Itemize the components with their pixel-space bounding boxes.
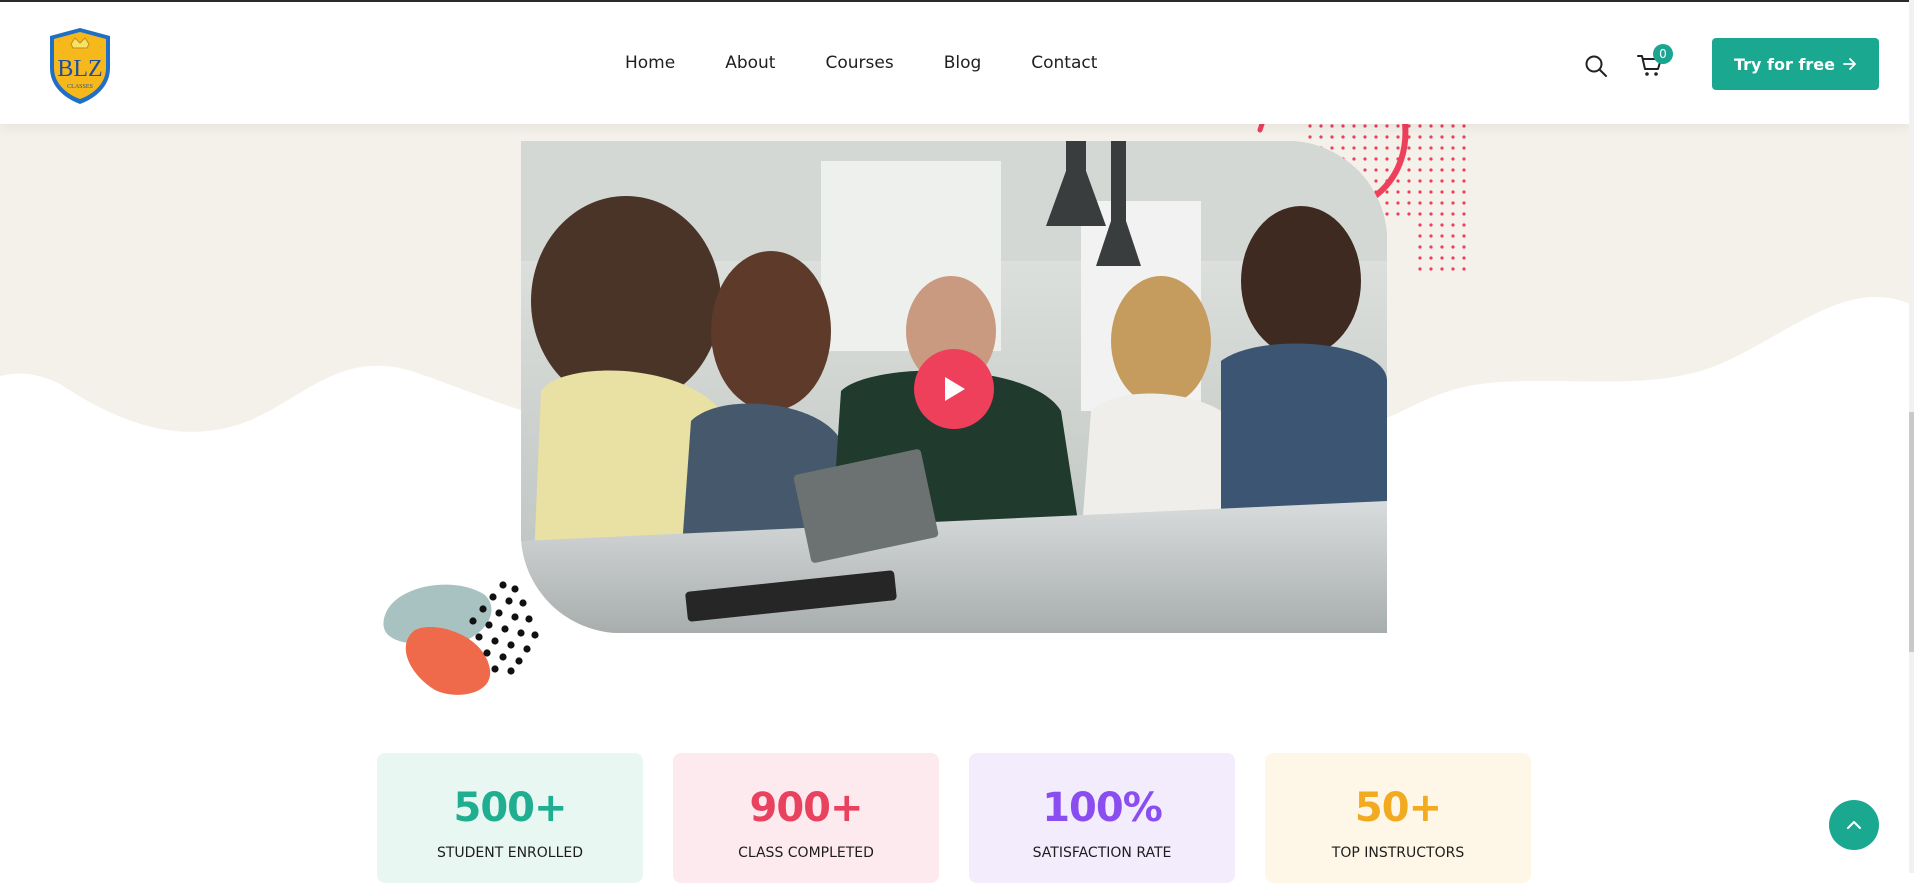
stat-label: STUDENT ENROLLED: [436, 845, 584, 861]
nav-home[interactable]: Home: [625, 53, 675, 73]
brand-logo[interactable]: BLZ CLASSES: [44, 24, 116, 106]
nav-about[interactable]: About: [725, 53, 775, 73]
stat-card-students: 500+ STUDENT ENROLLED: [377, 753, 643, 883]
stat-label: SATISFACTION RATE: [1032, 845, 1172, 861]
try-for-free-button[interactable]: Try for free: [1712, 38, 1879, 90]
chevron-up-icon: [1847, 821, 1861, 829]
back-to-top-button[interactable]: [1829, 800, 1879, 850]
try-for-free-label: Try for free: [1733, 54, 1835, 74]
main-nav: Home About Courses Blog Contact: [625, 53, 1147, 73]
stat-label: CLASS COMPLETED: [738, 845, 874, 861]
logo-text: BLZ: [57, 56, 102, 82]
nav-contact[interactable]: Contact: [1031, 53, 1097, 73]
nav-courses[interactable]: Courses: [825, 53, 893, 73]
stat-label: TOP INSTRUCTORS: [1331, 845, 1465, 861]
blob-decoration: [383, 581, 539, 695]
stat-card-instructors: 50+ TOP INSTRUCTORS: [1265, 753, 1531, 883]
scrollbar-thumb[interactable]: [1909, 412, 1914, 652]
site-header: BLZ CLASSES Home About Courses Blog Cont…: [0, 2, 1909, 124]
arrow-right-icon: [1843, 58, 1856, 70]
logo-subtext: CLASSES: [67, 84, 93, 90]
stat-value: 100%: [1042, 785, 1163, 831]
stat-card-classes: 900+ CLASS COMPLETED: [673, 753, 939, 883]
play-button[interactable]: [914, 349, 994, 429]
search-icon[interactable]: [1584, 54, 1608, 78]
stat-value: 500+: [453, 785, 567, 831]
stat-card-satisfaction: 100% SATISFACTION RATE: [969, 753, 1235, 883]
play-icon: [945, 377, 965, 401]
stat-value: 50+: [1354, 785, 1442, 831]
cart-count-badge: 0: [1653, 44, 1673, 64]
nav-blog[interactable]: Blog: [944, 53, 982, 73]
stat-value: 900+: [749, 785, 863, 831]
